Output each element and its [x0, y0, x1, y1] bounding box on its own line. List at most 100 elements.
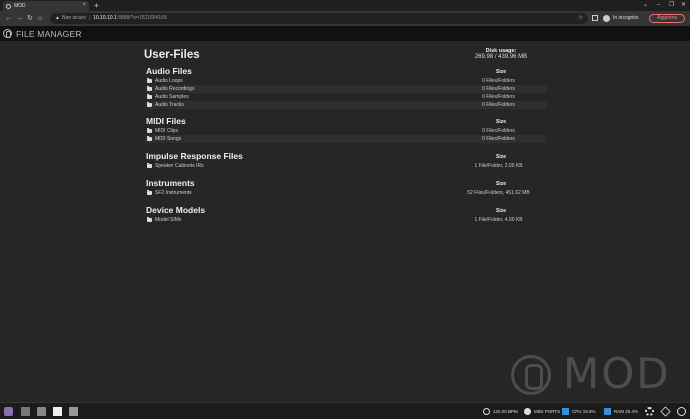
folder-row[interactable]: SF2 Instruments 52 Files/Folders, 451.62 …	[145, 189, 546, 197]
folder-row[interactable]: MIDI Songs 0 Files/Folders	[145, 135, 546, 143]
browser-tab-strip: MOD × + ⌄ – ❐ ✕	[0, 0, 690, 11]
folder-name: Audio Tracks	[155, 102, 184, 108]
folder-icon	[147, 78, 152, 83]
browser-toolbar: ← → ↻ ⌂ ▲ Non sicuro | 10.10.10.1:8888/?v=1…	[0, 11, 690, 26]
folder-row[interactable]: Speaker Cabinets IRs 1 File/Folder, 2.05 …	[145, 162, 546, 170]
incognito-indicator[interactable]: In incognito	[603, 14, 639, 23]
file-manager-content: User-Files Disk usage: 269.98 / 439.96 M…	[0, 41, 690, 402]
page-title: User-Files	[144, 49, 200, 61]
file-manager-icon[interactable]	[53, 407, 62, 416]
folder-name: Model SIMs	[155, 217, 182, 223]
cloud-icon[interactable]	[37, 407, 46, 416]
midi-ports-indicator[interactable]: MIDI PORTS	[524, 407, 560, 416]
folder-name: Speaker Cabinets IRs	[155, 163, 204, 169]
folder-name: MIDI Clips	[155, 128, 179, 134]
folder-icon	[147, 94, 152, 99]
incognito-icon	[603, 15, 610, 22]
mod-watermark: MOD	[511, 349, 687, 398]
minimize-button[interactable]: –	[657, 0, 660, 11]
forward-button[interactable]: →	[16, 13, 23, 24]
browser-tab[interactable]: MOD ×	[3, 1, 89, 11]
size-column-header: Size	[496, 69, 507, 75]
section-title: Device Models	[146, 205, 206, 215]
bpm-indicator[interactable]: 120.00 BPM	[483, 407, 518, 416]
folder-row[interactable]: Audio Tracks 0 Files/Folders	[145, 101, 546, 109]
cpu-indicator[interactable]: CPU 19.8%	[562, 407, 596, 416]
ram-value: RAM 25.4%	[614, 409, 639, 414]
new-tab-button[interactable]: +	[94, 0, 99, 11]
folder-icon	[147, 128, 152, 133]
folder-name: SF2 Instruments	[155, 190, 192, 196]
tab-title: MOD	[14, 3, 26, 9]
folder-size: 0 Files/Folders	[482, 136, 515, 142]
ram-indicator[interactable]: RAM 25.4%	[604, 407, 638, 416]
url-host: 10.10.10.1	[93, 15, 117, 21]
mod-watermark-text: MOD	[563, 349, 671, 398]
folder-icon	[147, 102, 152, 107]
folder-icon	[147, 163, 152, 168]
connection-icon[interactable]	[660, 406, 671, 417]
update-button[interactable]: Aggiorna	[649, 14, 685, 23]
ram-icon	[604, 408, 611, 415]
midi-ports-icon	[524, 408, 531, 415]
maximize-button[interactable]: ❐	[669, 0, 674, 11]
mod-favicon-icon	[6, 3, 11, 9]
cpu-icon	[562, 408, 569, 415]
folder-row[interactable]: Audio Samples 0 Files/Folders	[145, 93, 546, 101]
folder-size: 0 Files/Folders	[482, 94, 515, 100]
bottom-toolbar: 120.00 BPM MIDI PORTS CPU 19.8% RAM 25.4…	[0, 402, 690, 419]
app-header: FILE MANAGER	[0, 26, 690, 41]
store-icon[interactable]	[69, 407, 78, 416]
folder-size: 0 Files/Folders	[482, 128, 515, 134]
folder-icon	[147, 136, 152, 141]
app-title: FILE MANAGER	[16, 28, 82, 39]
back-button[interactable]: ←	[5, 13, 12, 24]
security-label[interactable]: Non sicuro	[62, 15, 86, 21]
pedalboard-icon[interactable]	[4, 407, 13, 416]
folder-size: 0 Files/Folders	[482, 102, 515, 108]
warning-icon: ▲	[55, 15, 60, 21]
folder-name: Audio Loops	[155, 78, 183, 84]
side-panel-icon[interactable]	[592, 15, 598, 21]
screen: MOD × + ⌄ – ❐ ✕ ← → ↻ ⌂ ▲ Non sicuro | 10.1…	[0, 0, 690, 419]
home-button[interactable]: ⌂	[38, 13, 42, 24]
size-column-header: Size	[496, 208, 507, 214]
section-title: MIDI Files	[146, 116, 186, 126]
mod-watermark-logo-icon	[511, 355, 551, 395]
disk-usage-value: 269.98 / 439.96 MB	[474, 54, 528, 60]
folder-size: 0 Files/Folders	[482, 78, 515, 84]
folder-name: MIDI Songs	[155, 136, 182, 142]
incognito-label: In incognito	[613, 15, 639, 21]
reload-button[interactable]: ↻	[27, 13, 33, 24]
bank-icon[interactable]	[21, 407, 30, 416]
folder-row[interactable]: Model SIMs 1 File/Folder, 4.00 KB	[145, 216, 546, 224]
url-path: :8888/?v=1521654165	[116, 15, 167, 21]
folder-name: Audio Samples	[155, 94, 189, 100]
folder-icon	[147, 217, 152, 222]
address-bar[interactable]: ▲ Non sicuro | 10.10.10.1:8888/?v=152165416…	[50, 13, 588, 24]
size-column-header: Size	[496, 119, 507, 125]
size-column-header: Size	[496, 154, 507, 160]
size-column-header: Size	[496, 181, 507, 187]
folder-size: 1 File/Folder, 2.05 KB	[474, 163, 523, 169]
gear-icon[interactable]	[645, 407, 654, 416]
tab-close-icon[interactable]: ×	[82, 2, 86, 8]
mod-logo-icon[interactable]	[3, 29, 12, 38]
disk-usage: Disk usage: 269.98 / 439.96 MB	[460, 48, 542, 60]
tab-search-icon[interactable]: ⌄	[643, 0, 648, 11]
section-title: Impulse Response Files	[146, 151, 243, 161]
sync-icon[interactable]	[677, 407, 686, 416]
section-title: Audio Files	[146, 66, 192, 76]
folder-row[interactable]: Audio Loops 0 Files/Folders	[145, 77, 546, 85]
bpm-value: 120.00 BPM	[493, 409, 518, 414]
close-window-button[interactable]: ✕	[681, 0, 686, 11]
folder-row[interactable]: Audio Recordings 0 Files/Folders	[145, 85, 546, 93]
bookmark-star-icon[interactable]: ☆	[578, 13, 583, 24]
url-separator: |	[88, 15, 91, 21]
folder-size: 1 File/Folder, 4.00 KB	[474, 217, 523, 223]
folder-row[interactable]: MIDI Clips 0 Files/Folders	[145, 127, 546, 135]
midi-ports-label: MIDI PORTS	[534, 409, 561, 414]
section-title: Instruments	[146, 178, 195, 188]
folder-name: Audio Recordings	[155, 86, 195, 92]
clock-icon	[483, 408, 490, 415]
